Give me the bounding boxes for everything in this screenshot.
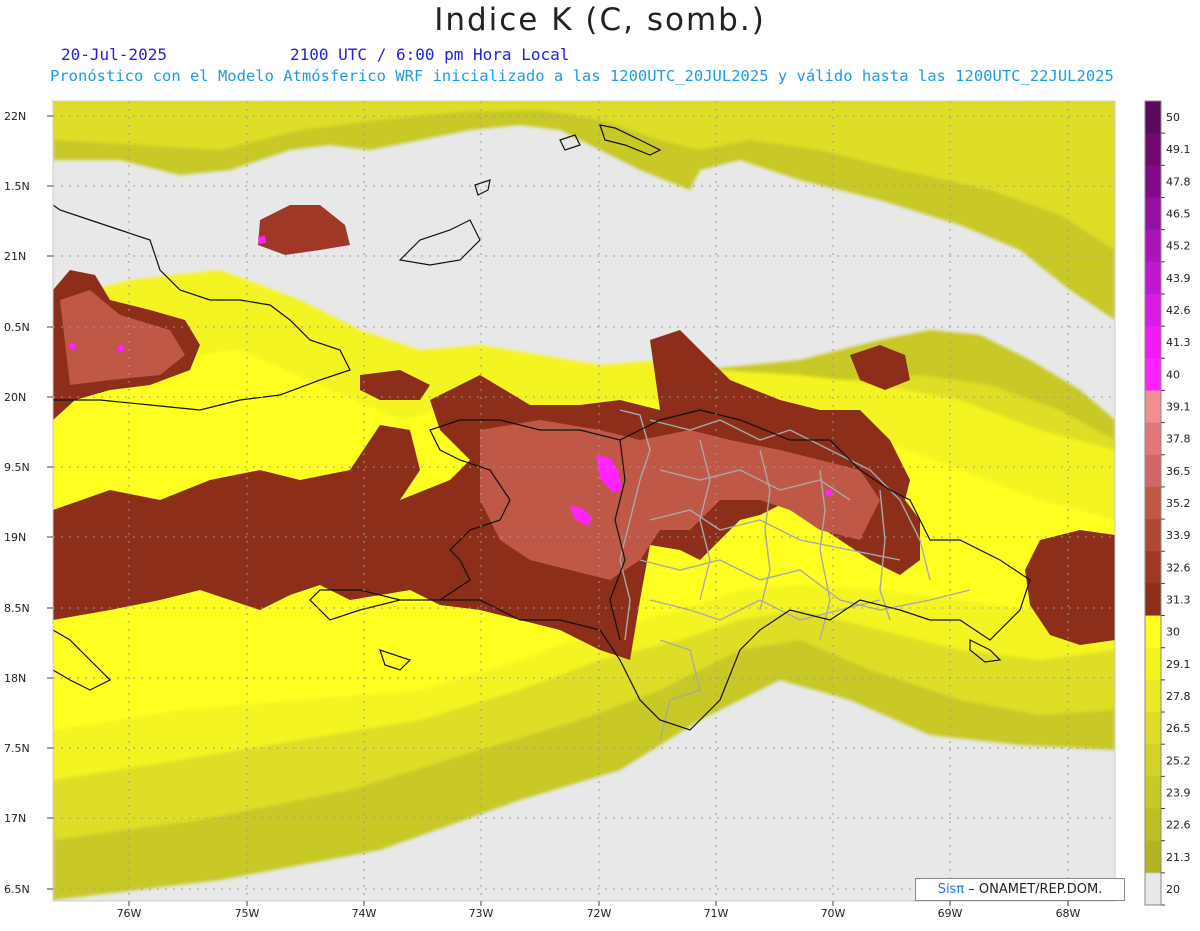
lat-label: 22N [4,110,26,123]
lat-label: 17N [4,812,26,825]
field-peak-5 [118,346,123,351]
lon-label: 71W [704,907,729,920]
colorbar-swatch [1145,390,1161,424]
colorbar-swatch [1145,712,1161,745]
colorbar-swatch [1145,551,1161,584]
colorbar-label: 33.9 [1166,529,1191,542]
colorbar-label: 27.8 [1166,690,1191,703]
colorbar-swatch [1145,615,1161,649]
lon-label: 72W [587,907,612,920]
lat-label: 18N [4,672,26,685]
lon-label: 75W [235,907,260,920]
credit-box: Sisπ – ONAMET/REP.DOM. [915,878,1125,901]
colorbar-swatch [1145,422,1161,456]
colorbar-swatch [1145,486,1161,520]
colorbar-label: 50 [1166,111,1180,124]
colorbar-label: 45.2 [1166,240,1191,253]
colorbar-swatch [1145,647,1161,681]
colorbar-label: 42.6 [1166,304,1191,317]
colorbar-label: 29.1 [1166,658,1191,671]
colorbar-swatch [1145,326,1161,359]
colorbar-label: 30 [1166,626,1180,639]
credit-text: – ONAMET/REP.DOM. [964,882,1103,897]
colorbar-label: 31.3 [1166,593,1191,606]
colorbar-label: 22.6 [1166,819,1191,832]
lat-label: 1.5N [4,180,30,193]
credit-brand: Sisπ [937,882,965,897]
colorbar-label: 43.9 [1166,272,1191,285]
colorbar-missing-swatch [1144,872,1162,906]
lat-label: 0.5N [4,321,30,334]
colorbar-swatch [1145,519,1161,552]
colorbar-swatch [1145,261,1161,295]
colorbar-swatch [1145,133,1161,166]
colorbar-label: 23.9 [1166,786,1191,799]
field-peak-3 [258,236,266,244]
lat-label: 6.5N [4,883,30,896]
colorbar-label: 41.3 [1166,336,1191,349]
colorbar-labels: 50 49.1 47.8 46.5 45.2 43.9 42.6 41.3 40 39.1 37.8… [1161,111,1191,906]
colorbar-swatch [1145,679,1161,713]
colorbar-label: 49.1 [1166,143,1191,156]
colorbar-swatch [1145,808,1161,842]
colorbar-swatch [1145,454,1161,488]
map-plot-area [52,100,1116,902]
colorbar-swatch [1145,197,1161,231]
colorbar-label: 37.8 [1166,433,1191,446]
colorbar-label: 47.8 [1166,175,1191,188]
lat-axis: 22N 1.5N 21N 0.5N 20N 9.5N 19N 8.5N 18N … [4,110,30,896]
map-figure: 22N 1.5N 21N 0.5N 20N 9.5N 19N 8.5N 18N … [0,0,1200,927]
colorbar-label: 46.5 [1166,208,1191,221]
colorbar-swatch [1145,293,1161,327]
colorbar-label: 26.5 [1166,722,1191,735]
colorbar-swatch [1145,229,1161,263]
lat-label: 8.5N [4,602,30,615]
colorbar-label: 36.5 [1166,465,1191,478]
lat-label: 21N [4,250,26,263]
colorbar-swatch [1145,358,1161,391]
colorbar-swatch [1145,840,1161,874]
lon-label: 76W [117,907,142,920]
lat-label: 7.5N [4,742,30,755]
colorbar-label: 25.2 [1166,754,1191,767]
colorbar-label: 39.1 [1166,401,1191,414]
field-peak-6 [826,490,832,496]
colorbar-swatch [1145,583,1161,617]
lat-label: 20N [4,391,26,404]
lon-label: 74W [352,907,377,920]
lon-ticks [128,901,1069,906]
field-peak-4 [70,343,75,349]
colorbar-label: 32.6 [1166,561,1191,574]
lon-axis: 76W 75W 74W 73W 72W 71W 70W 69W 68W [117,907,1081,920]
lon-label: 73W [469,907,494,920]
colorbar-label: 20 [1166,883,1180,896]
colorbar-label: 35.2 [1166,497,1191,510]
lon-label: 68W [1056,907,1081,920]
colorbar-swatch [1145,165,1161,198]
colorbar-swatch [1145,776,1161,810]
colorbar: 50 49.1 47.8 46.5 45.2 43.9 42.6 41.3 40 39.1 37.8… [1144,100,1191,906]
colorbar-swatch [1145,744,1161,777]
colorbar-swatch [1145,101,1161,134]
colorbar-label: 21.3 [1166,851,1191,864]
colorbar-label: 40 [1166,368,1180,381]
lat-ticks [47,115,53,890]
lat-label: 9.5N [4,461,30,474]
lat-label: 19N [4,531,26,544]
lon-label: 69W [938,907,963,920]
colorbar-swatches [1144,100,1162,906]
lon-label: 70W [821,907,846,920]
